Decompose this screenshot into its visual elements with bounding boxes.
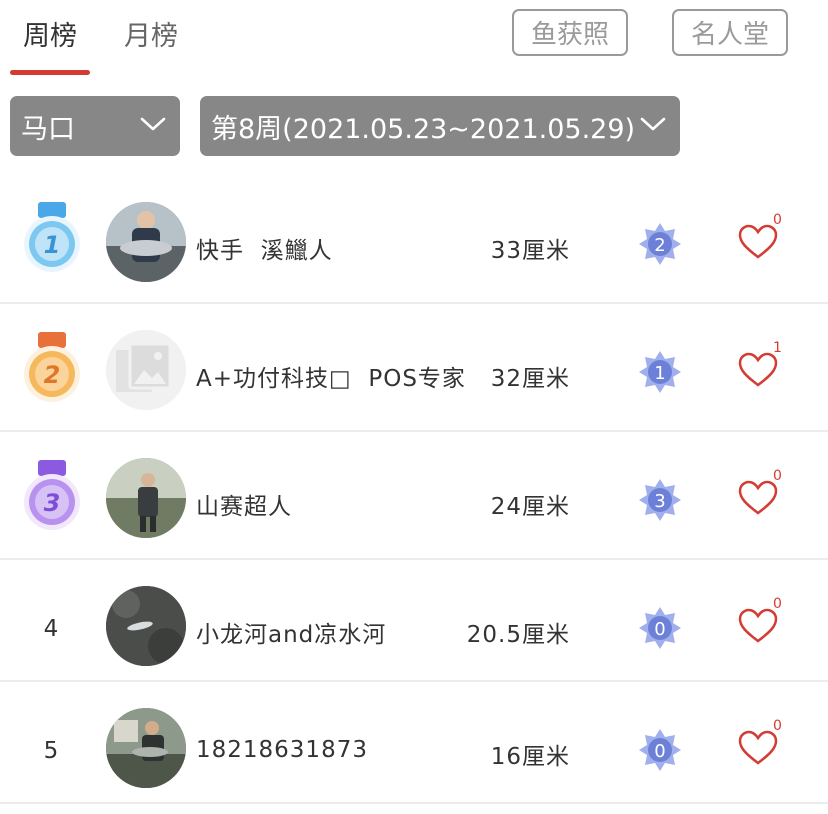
avatar-image (106, 708, 186, 788)
like-count: 0 (773, 596, 782, 612)
tab-month[interactable]: 月榜 (124, 14, 178, 53)
badge-count: 2 (654, 235, 665, 256)
tab-week[interactable]: 周榜 (23, 14, 77, 53)
heart-icon[interactable] (738, 224, 778, 260)
medal-rank-text: 3 (44, 489, 61, 517)
chevron-down-icon (640, 117, 666, 131)
ranking-row[interactable]: 5 18218631873 16厘米 0 0 (0, 682, 828, 804)
ranking-row[interactable]: 4 小龙河and凉水河 20.5厘米 0 0 (0, 560, 828, 682)
angler-name: 18218631873 (196, 737, 368, 763)
badge-count: 0 (654, 741, 665, 762)
silver-medal-icon: 2 (24, 332, 80, 402)
fish-length: 33厘米 (490, 238, 570, 264)
ranking-row[interactable]: 2 A+功付科技□ POS专家 32厘米 1 1 (0, 304, 828, 432)
rank-number: 4 (43, 616, 59, 642)
avatar-image (106, 202, 186, 282)
avatar[interactable] (106, 202, 186, 282)
star-badge-icon: 0 (639, 607, 681, 649)
badge-count: 1 (654, 363, 665, 384)
heart-icon[interactable] (738, 608, 778, 644)
avatar[interactable] (106, 330, 186, 410)
badge-count: 0 (654, 619, 665, 640)
week-dropdown-value: 第8周(2021.05.23~2021.05.29) (211, 113, 636, 145)
bronze-medal-icon: 3 (24, 460, 80, 530)
week-dropdown[interactable]: 第8周(2021.05.23~2021.05.29) (200, 96, 680, 156)
avatar[interactable] (106, 458, 186, 538)
star-badge-icon: 1 (639, 351, 681, 393)
chevron-down-icon (140, 117, 166, 131)
gold-medal-icon: 1 (24, 202, 80, 272)
fish-length: 16厘米 (490, 744, 570, 770)
place-dropdown-value: 马口 (21, 113, 75, 145)
heart-icon[interactable] (738, 352, 778, 388)
angler-name: 小龙河and凉水河 (196, 622, 387, 648)
ranking-row[interactable]: 3 山赛超人 24厘米 3 0 (0, 432, 828, 560)
avatar[interactable] (106, 708, 186, 788)
like-count: 1 (773, 340, 782, 356)
rank-number: 5 (43, 738, 59, 764)
like-count: 0 (773, 212, 782, 228)
angler-name: A+功付科技□ POS专家 (196, 366, 466, 392)
star-badge-icon: 2 (639, 223, 681, 265)
star-badge-icon: 0 (639, 729, 681, 771)
avatar-image (106, 458, 186, 538)
avatar[interactable] (106, 586, 186, 666)
heart-icon[interactable] (738, 730, 778, 766)
catch-photos-button[interactable]: 鱼获照 (512, 9, 628, 56)
place-dropdown[interactable]: 马口 (10, 96, 180, 156)
hall-of-fame-button[interactable]: 名人堂 (672, 9, 788, 56)
like-count: 0 (773, 468, 782, 484)
badge-count: 3 (654, 491, 665, 512)
fish-length: 20.5厘米 (466, 622, 570, 648)
angler-name: 快手 溪鱲人 (196, 238, 333, 264)
like-count: 0 (773, 718, 782, 734)
angler-name: 山赛超人 (196, 494, 292, 520)
ranking-row[interactable]: 1 快手 溪鱲人 33厘米 2 0 (0, 176, 828, 304)
active-tab-indicator (10, 70, 90, 75)
medal-rank-text: 2 (44, 361, 61, 389)
heart-icon[interactable] (738, 480, 778, 516)
fish-length: 32厘米 (490, 366, 570, 392)
image-placeholder-icon (106, 330, 186, 410)
fish-length: 24厘米 (490, 494, 570, 520)
avatar-image (106, 586, 186, 666)
medal-rank-text: 1 (44, 231, 61, 259)
star-badge-icon: 3 (639, 479, 681, 521)
